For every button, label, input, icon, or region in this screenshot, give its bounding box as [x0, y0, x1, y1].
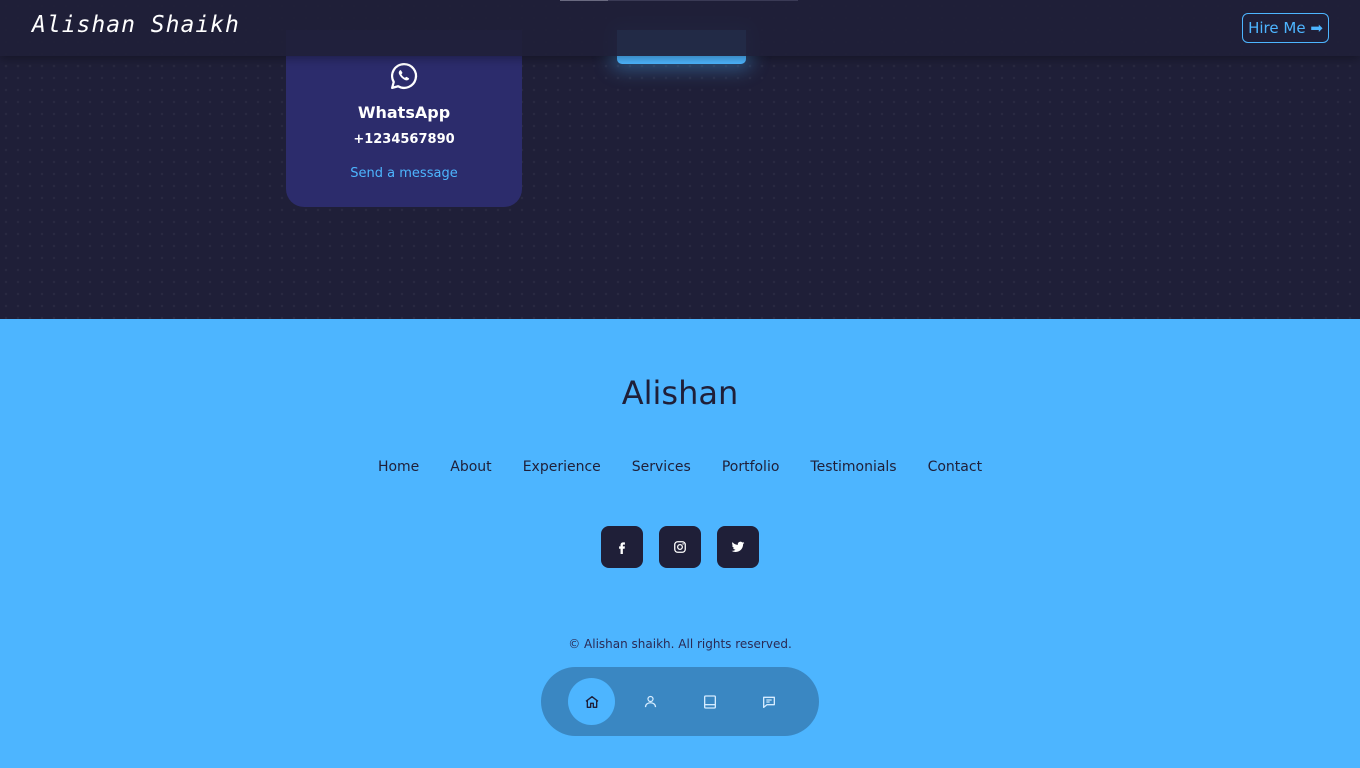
footer-link-services[interactable]: Services [632, 459, 691, 475]
contact-card-value: +1234567890 [353, 132, 455, 147]
book-icon [703, 694, 716, 709]
footer-link-experience[interactable]: Experience [523, 459, 601, 475]
nav-experience-button[interactable] [686, 678, 733, 725]
user-icon [644, 695, 657, 708]
nav-contact-button[interactable] [745, 678, 792, 725]
home-icon [585, 695, 598, 708]
copyright-text: © Alishan shaikh. All rights reserved. [568, 637, 792, 651]
nav-home-button[interactable] [568, 678, 615, 725]
contact-card-title: WhatsApp [357, 103, 451, 122]
footer-socials [601, 526, 759, 568]
whatsapp-icon [391, 62, 418, 89]
footer-link-about[interactable]: About [450, 459, 491, 475]
twitter-icon [731, 541, 745, 553]
footer-link-home[interactable]: Home [378, 459, 419, 475]
instagram-button[interactable] [659, 526, 701, 568]
footer-logo[interactable]: Alishan [0, 374, 1360, 412]
facebook-button[interactable] [601, 526, 643, 568]
top-navbar: Alishan Shaikh Hire Me ➡ [0, 0, 1360, 56]
footer-link-contact[interactable]: Contact [928, 459, 982, 475]
message-icon [762, 696, 775, 708]
facebook-icon [619, 542, 625, 554]
send-message-link[interactable]: Send a message [286, 166, 522, 181]
twitter-button[interactable] [717, 526, 759, 568]
floating-nav [541, 667, 819, 736]
footer-links: Home About Experience Services Portfolio… [0, 456, 1360, 475]
header-divider [560, 0, 608, 1]
brand-logo[interactable]: Alishan Shaikh [32, 12, 240, 38]
header-divider-secondary [608, 0, 798, 1]
footer-link-portfolio[interactable]: Portfolio [722, 459, 780, 475]
hire-me-button[interactable]: Hire Me ➡ [1242, 13, 1329, 43]
whatsapp-card: WhatsApp +1234567890 Send a message [286, 30, 522, 207]
nav-about-button[interactable] [627, 678, 674, 725]
instagram-icon [674, 541, 686, 553]
footer-link-testimonials[interactable]: Testimonials [810, 459, 896, 475]
